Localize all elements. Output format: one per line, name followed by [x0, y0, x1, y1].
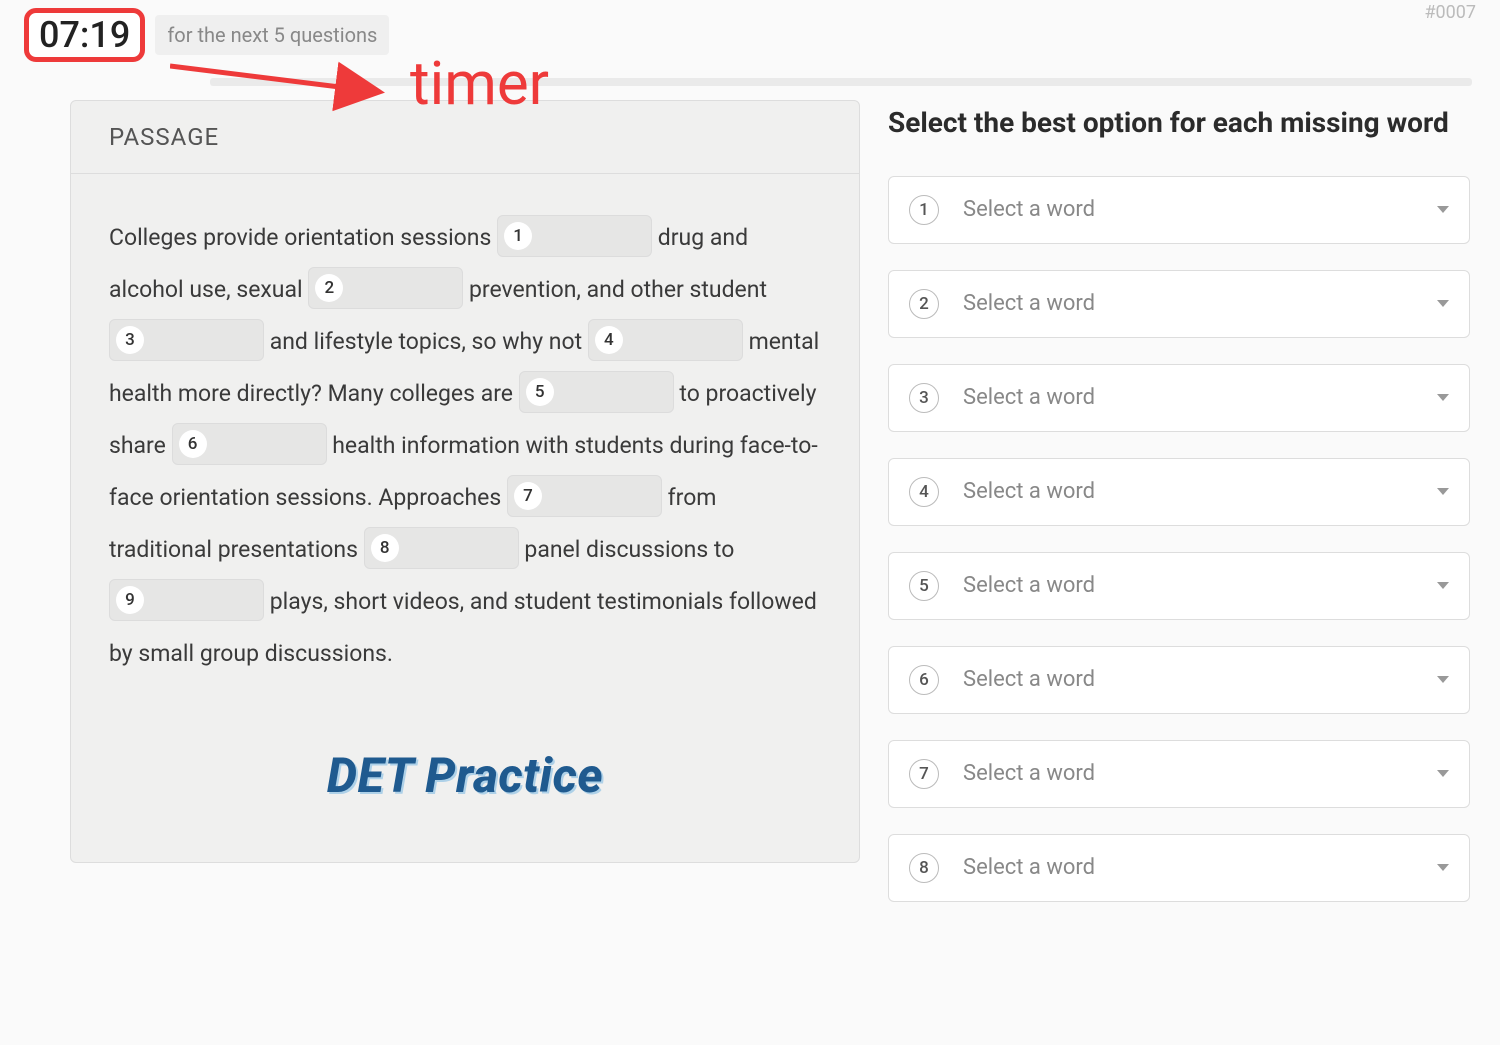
blank-6[interactable]: 6: [172, 423, 327, 465]
blank-number: 2: [315, 274, 343, 302]
select-word-1[interactable]: 1 Select a word: [888, 176, 1470, 244]
arrow-icon: [170, 58, 400, 118]
chevron-down-icon: [1437, 676, 1449, 683]
select-word-7[interactable]: 7 Select a word: [888, 740, 1470, 808]
answer-panel: Select the best option for each missing …: [888, 100, 1470, 928]
passage-text: Colleges provide orientation sessions: [109, 224, 497, 251]
select-word-4[interactable]: 4 Select a word: [888, 458, 1470, 526]
option-number: 4: [909, 477, 939, 507]
blank-number: 4: [595, 326, 623, 354]
instruction-heading: Select the best option for each missing …: [888, 104, 1470, 142]
option-number: 2: [909, 289, 939, 319]
brand-watermark: DET Practice: [109, 750, 821, 802]
blank-number: 3: [116, 326, 144, 354]
blank-number: 7: [514, 482, 542, 510]
blank-number: 6: [179, 430, 207, 458]
passage-body: Colleges provide orientation sessions 1 …: [71, 174, 859, 862]
select-word-5[interactable]: 5 Select a word: [888, 552, 1470, 620]
question-id: #0007: [1424, 2, 1476, 23]
chevron-down-icon: [1437, 488, 1449, 495]
passage-text: panel discussions to: [524, 536, 734, 563]
dropdown-placeholder: Select a word: [963, 573, 1437, 598]
content: PASSAGE Colleges provide orientation ses…: [0, 86, 1500, 928]
passage-panel: PASSAGE Colleges provide orientation ses…: [70, 100, 860, 863]
blank-7[interactable]: 7: [507, 475, 662, 517]
timer-display: 07:19: [24, 8, 145, 62]
blank-9[interactable]: 9: [109, 579, 264, 621]
option-number: 1: [909, 195, 939, 225]
chevron-down-icon: [1437, 206, 1449, 213]
dropdown-placeholder: Select a word: [963, 667, 1437, 692]
dropdown-placeholder: Select a word: [963, 855, 1437, 880]
chevron-down-icon: [1437, 582, 1449, 589]
blank-3[interactable]: 3: [109, 319, 264, 361]
option-number: 5: [909, 571, 939, 601]
blank-5[interactable]: 5: [519, 371, 674, 413]
blank-number: 9: [116, 586, 144, 614]
chevron-down-icon: [1437, 864, 1449, 871]
option-number: 3: [909, 383, 939, 413]
blank-number: 8: [371, 534, 399, 562]
chevron-down-icon: [1437, 300, 1449, 307]
blank-number: 1: [504, 222, 532, 250]
passage-text: and lifestyle topics, so why not: [270, 328, 588, 355]
blank-2[interactable]: 2: [308, 267, 463, 309]
select-word-6[interactable]: 6 Select a word: [888, 646, 1470, 714]
timer-note: for the next 5 questions: [155, 15, 389, 55]
select-word-8[interactable]: 8 Select a word: [888, 834, 1470, 902]
select-word-3[interactable]: 3 Select a word: [888, 364, 1470, 432]
annotation-label: timer: [410, 48, 549, 119]
option-number: 6: [909, 665, 939, 695]
option-number: 7: [909, 759, 939, 789]
chevron-down-icon: [1437, 770, 1449, 777]
chevron-down-icon: [1437, 394, 1449, 401]
dropdown-placeholder: Select a word: [963, 385, 1437, 410]
blank-4[interactable]: 4: [588, 319, 743, 361]
dropdown-placeholder: Select a word: [963, 761, 1437, 786]
dropdown-placeholder: Select a word: [963, 479, 1437, 504]
select-word-2[interactable]: 2 Select a word: [888, 270, 1470, 338]
blank-8[interactable]: 8: [364, 527, 519, 569]
blank-number: 5: [526, 378, 554, 406]
blank-1[interactable]: 1: [497, 215, 652, 257]
passage-text: prevention, and other student: [469, 276, 767, 303]
dropdown-placeholder: Select a word: [963, 291, 1437, 316]
dropdown-placeholder: Select a word: [963, 197, 1437, 222]
option-number: 8: [909, 853, 939, 883]
